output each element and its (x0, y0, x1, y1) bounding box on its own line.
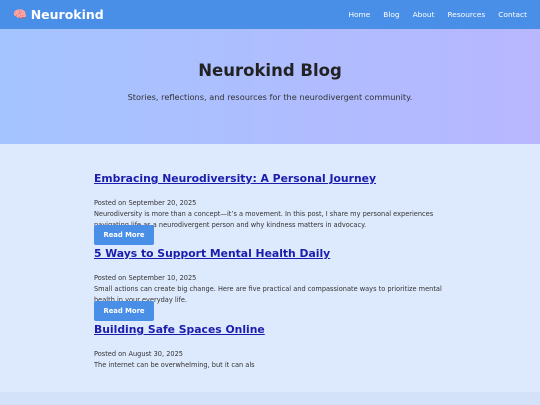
post-date: Posted on August 30, 2025 (94, 350, 183, 358)
post-excerpt: The internet can be overwhelming, but it… (94, 361, 255, 369)
blog-post: 5 Ways to Support Mental Health Daily Po… (94, 247, 464, 321)
top-nav-bar: 🧠 Neurokind Home Blog About Resources Co… (0, 0, 540, 29)
nav-blog[interactable]: Blog (383, 10, 399, 19)
blog-post-list: Embracing Neurodiversity: A Personal Jou… (0, 144, 540, 392)
blog-post: Building Safe Spaces Online Posted on Au… (94, 323, 464, 371)
post-title-link[interactable]: 5 Ways to Support Mental Health Daily (94, 247, 464, 260)
brand[interactable]: 🧠 Neurokind (13, 0, 104, 29)
main-nav: Home Blog About Resources Contact (335, 0, 527, 29)
nav-home[interactable]: Home (348, 10, 370, 19)
read-more-button[interactable]: Read More (94, 225, 154, 245)
page-footer (0, 392, 540, 405)
post-title-link[interactable]: Embracing Neurodiversity: A Personal Jou… (94, 172, 464, 185)
nav-contact[interactable]: Contact (498, 10, 527, 19)
read-more-button[interactable]: Read More (94, 301, 154, 321)
nav-about[interactable]: About (413, 10, 435, 19)
post-date: Posted on September 20, 2025 (94, 199, 197, 207)
blog-post: Embracing Neurodiversity: A Personal Jou… (94, 172, 464, 245)
post-date: Posted on September 10, 2025 (94, 274, 197, 282)
brain-icon: 🧠 (13, 8, 27, 21)
page-title: Neurokind Blog (198, 61, 342, 80)
post-title-link[interactable]: Building Safe Spaces Online (94, 323, 464, 336)
brand-name: Neurokind (30, 7, 104, 22)
nav-resources[interactable]: Resources (447, 10, 485, 19)
page-subtitle: Stories, reflections, and resources for … (127, 92, 413, 102)
hero-banner: Neurokind Blog Stories, reflections, and… (0, 29, 540, 144)
